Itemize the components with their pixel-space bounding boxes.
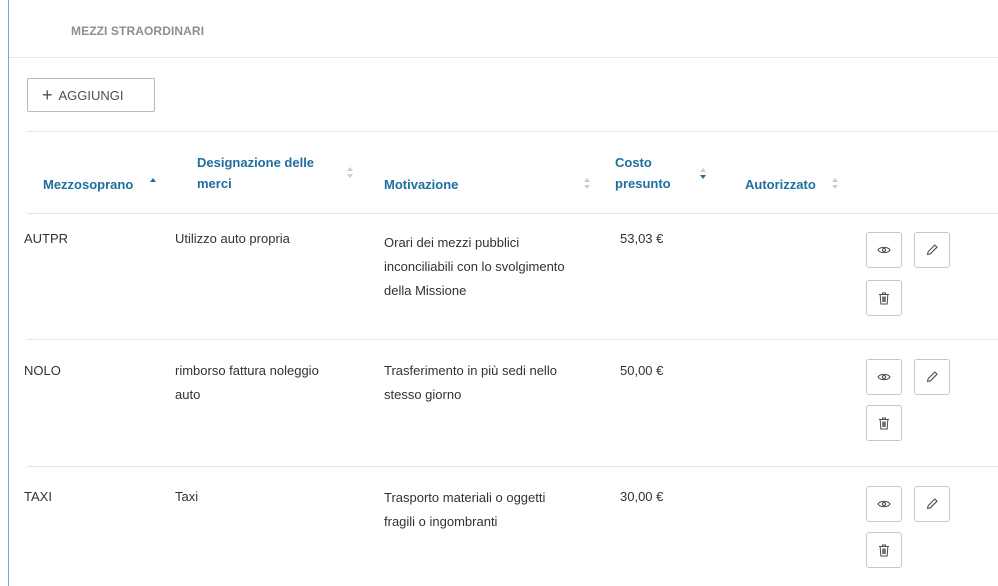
cell-designazione: Utilizzo auto propria xyxy=(175,227,290,251)
eye-icon xyxy=(877,500,891,508)
column-header-motivazione[interactable]: Motivazione xyxy=(384,174,458,195)
edit-button[interactable] xyxy=(914,232,950,268)
cell-costo: 53,03 € xyxy=(620,231,664,246)
column-header-mezzo[interactable]: Mezzosoprano xyxy=(43,174,133,195)
column-header-mezzo-label: Mezzosoprano xyxy=(43,177,134,192)
cell-designazione-line: Taxi xyxy=(175,489,199,504)
delete-button[interactable] xyxy=(866,532,902,568)
trash-icon xyxy=(879,292,889,304)
plus-icon: + xyxy=(42,85,53,105)
cell-motivazione-line: stesso giorno xyxy=(384,387,462,402)
table-header-divider xyxy=(27,213,998,214)
cell-motivazione: Trasporto materiali o oggetti fragili o … xyxy=(384,486,545,534)
edit-button[interactable] xyxy=(914,486,950,522)
column-header-autorizzato[interactable]: Autorizzato xyxy=(745,174,816,195)
cell-motivazione-line: Trasferimento in più sedi nello xyxy=(384,363,557,378)
cell-motivazione-line: della Missione xyxy=(384,283,467,298)
cell-designazione-line: Utilizzo auto propria xyxy=(175,231,290,246)
sort-indicator-motivazione[interactable] xyxy=(584,178,591,190)
cell-mezzo: TAXI xyxy=(24,489,52,504)
pencil-icon xyxy=(926,371,938,383)
delete-button[interactable] xyxy=(866,280,902,316)
column-header-motivazione-label: Motivazione xyxy=(384,177,459,192)
section-header: MEZZI STRAORDINARI xyxy=(9,0,998,58)
cell-designazione-line: auto xyxy=(175,387,201,402)
cell-designazione-line: rimborso fattura noleggio xyxy=(175,363,319,378)
sort-indicator-mezzo[interactable] xyxy=(150,178,157,190)
eye-icon xyxy=(877,246,891,254)
cell-costo: 50,00 € xyxy=(620,363,664,378)
sort-indicator-designazione[interactable] xyxy=(347,167,354,179)
row-divider xyxy=(27,339,998,340)
cell-motivazione-line: Orari dei mezzi pubblici xyxy=(384,235,520,250)
delete-button[interactable] xyxy=(866,405,902,441)
add-button-label: AGGIUNGI xyxy=(58,87,124,103)
cell-motivazione-line: Trasporto materiali o oggetti xyxy=(384,490,546,505)
view-button[interactable] xyxy=(866,232,902,268)
trash-icon xyxy=(879,417,889,429)
section-left-border xyxy=(8,0,9,586)
view-button[interactable] xyxy=(866,359,902,395)
cell-motivazione-line: inconciliabili con lo svolgimento xyxy=(384,259,565,274)
cell-costo: 30,00 € xyxy=(620,489,664,504)
pencil-icon xyxy=(926,498,938,510)
column-header-autorizzato-label: Autorizzato xyxy=(745,177,816,192)
cell-motivazione: Trasferimento in più sedi nello stesso g… xyxy=(384,359,557,407)
cell-designazione: rimborso fattura noleggio auto xyxy=(175,359,319,407)
cell-mezzo: AUTPR xyxy=(24,231,69,246)
trash-icon xyxy=(879,544,889,556)
view-button[interactable] xyxy=(866,486,902,522)
row-divider xyxy=(27,466,998,467)
cell-motivazione-line: fragili o ingombranti xyxy=(384,514,498,529)
cell-mezzo: NOLO xyxy=(24,363,61,378)
column-header-costo-line1: Costo xyxy=(615,155,652,170)
sort-indicator-autorizzato[interactable] xyxy=(832,178,839,190)
column-header-designazione-line2: merci xyxy=(197,176,232,191)
column-header-designazione[interactable]: Designazione delle merci xyxy=(197,152,347,194)
section-title: MEZZI STRAORDINARI xyxy=(71,24,205,38)
column-header-designazione-line1: Designazione delle xyxy=(197,155,315,170)
eye-icon xyxy=(877,373,891,381)
sort-indicator-costo[interactable] xyxy=(700,168,707,180)
cell-designazione: Taxi xyxy=(175,485,198,509)
edit-button[interactable] xyxy=(914,359,950,395)
column-header-costo-line2: presunto xyxy=(615,176,671,191)
cell-motivazione: Orari dei mezzi pubblici inconciliabili … xyxy=(384,231,565,303)
table-top-divider xyxy=(27,131,998,132)
column-header-costo[interactable]: Costo presunto xyxy=(615,152,671,194)
pencil-icon xyxy=(926,244,938,256)
add-button[interactable]: + AGGIUNGI xyxy=(27,78,155,112)
